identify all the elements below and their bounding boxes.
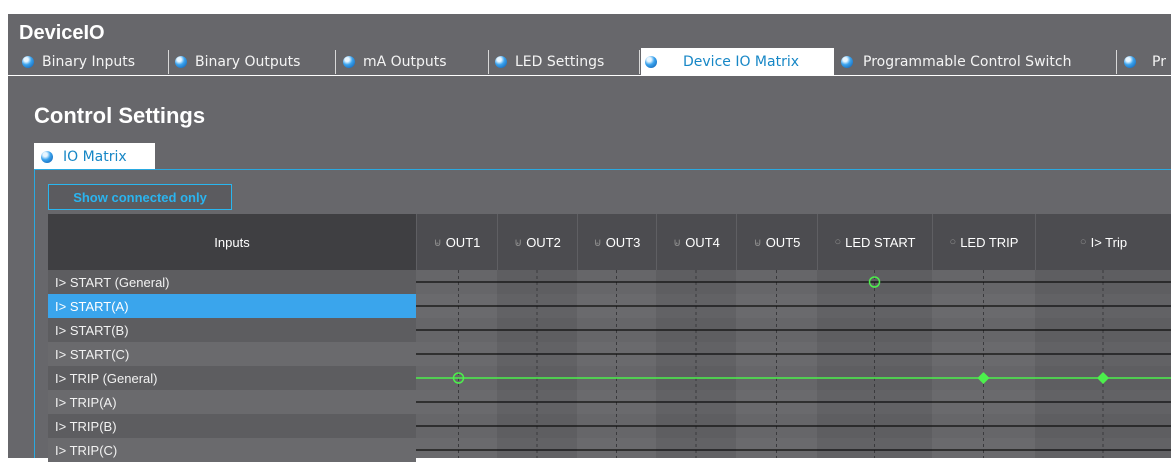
matrix-cell [416, 438, 497, 458]
led-icon: ○ [1079, 236, 1087, 248]
column-header-led-trip[interactable]: ○ LED TRIP [932, 214, 1035, 270]
column-header-i-trip[interactable]: ○ I> Trip [1035, 214, 1171, 270]
tab-underline [8, 75, 1171, 76]
input-row-label[interactable]: I> TRIP(C) [48, 438, 416, 462]
tab-programmable-control-switch[interactable]: Programmable Control Switch [837, 50, 1117, 74]
column-header-label: OUT3 [605, 234, 641, 250]
status-orb-icon [841, 56, 853, 68]
input-row-label[interactable]: I> START(B) [48, 318, 416, 342]
tab-device-io-matrix[interactable]: Device IO Matrix [641, 48, 834, 75]
column-header-out3[interactable]: ⊌ OUT3 [577, 214, 656, 270]
tab-binary-inputs[interactable]: Binary Inputs [18, 50, 169, 74]
input-row-label[interactable]: I> START(C) [48, 342, 416, 366]
relay-output-icon: ⊌ [753, 236, 762, 249]
status-orb-icon [343, 56, 355, 68]
app-title: DeviceIO [19, 22, 105, 44]
column-header-out2[interactable]: ⊌ OUT2 [497, 214, 577, 270]
status-orb-icon [175, 56, 187, 68]
led-icon: ○ [949, 236, 957, 248]
status-orb-icon [1124, 56, 1136, 68]
column-header-label: LED START [845, 234, 916, 250]
status-orb-icon [645, 55, 657, 68]
tab-led-settings[interactable]: LED Settings [491, 50, 640, 74]
column-header-label: OUT5 [765, 234, 801, 250]
column-header-out5[interactable]: ⊌ OUT5 [736, 214, 817, 270]
tab-label: Binary Outputs [195, 54, 301, 70]
input-row-label[interactable]: I> TRIP (General) [48, 366, 416, 390]
tab-pr[interactable]: Pr [1120, 50, 1171, 74]
tab-label: Pr [1152, 54, 1166, 70]
section-title: Control Settings [34, 103, 206, 128]
input-row-label[interactable]: I> START (General) [48, 270, 416, 294]
column-header-label: I> Trip [1090, 234, 1128, 250]
status-orb-icon [495, 56, 507, 68]
tab-ma-outputs[interactable]: mA Outputs [339, 50, 489, 74]
subtab-label: IO Matrix [63, 148, 127, 165]
column-header-label: OUT4 [685, 234, 720, 250]
input-row-label[interactable]: I> TRIP(B) [48, 414, 416, 438]
relay-output-icon: ⊌ [433, 236, 442, 249]
input-row-label[interactable]: I> START(A) [48, 294, 416, 318]
subtab-io-matrix[interactable]: IO Matrix [34, 143, 155, 170]
input-row-label[interactable]: I> TRIP(A) [48, 390, 416, 414]
column-header-led-start[interactable]: ○ LED START [817, 214, 932, 270]
led-icon: ○ [834, 236, 842, 248]
relay-output-icon: ⊌ [593, 236, 602, 249]
column-header-label: OUT2 [526, 234, 561, 250]
status-orb-icon [22, 56, 34, 68]
column-header-label: OUT1 [445, 234, 481, 250]
relay-output-icon: ⊌ [514, 236, 523, 249]
tab-label: Device IO Matrix [683, 53, 800, 70]
tab-label: Binary Inputs [42, 54, 135, 70]
status-orb-icon [41, 150, 53, 163]
relay-output-icon: ⊌ [673, 236, 682, 249]
show-connected-only-button[interactable]: Show connected only [48, 184, 232, 210]
column-header-out4[interactable]: ⊌ OUT4 [656, 214, 736, 270]
column-header-out1[interactable]: ⊌ OUT1 [416, 214, 497, 270]
column-header-label: LED TRIP [960, 234, 1019, 250]
io-matrix-grid[interactable] [416, 270, 1171, 458]
tab-binary-outputs[interactable]: Binary Outputs [171, 50, 336, 74]
tab-bar: Binary Inputs Binary Outputs mA Outputs … [8, 48, 1171, 75]
inputs-column-header[interactable]: Inputs [48, 214, 416, 270]
tab-label: Programmable Control Switch [863, 54, 1072, 70]
tab-label: mA Outputs [363, 54, 447, 70]
tab-label: LED Settings [515, 54, 605, 70]
